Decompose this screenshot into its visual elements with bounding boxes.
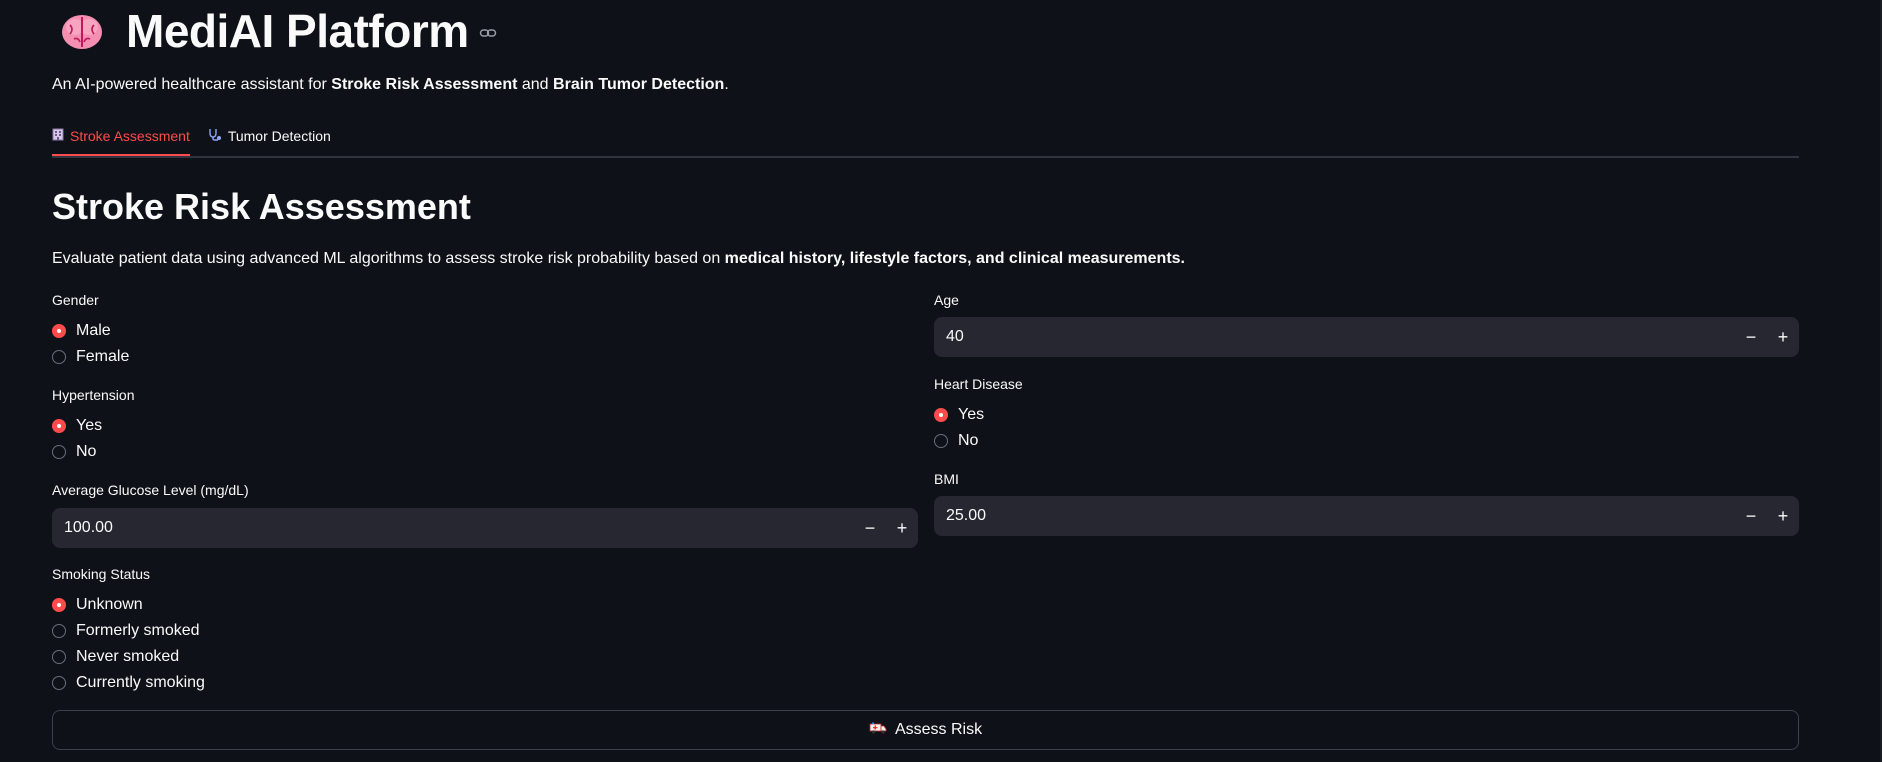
tab-tumor-label: Tumor Detection xyxy=(227,128,331,144)
subtitle-middle: and xyxy=(517,76,554,93)
smoking-option-never[interactable]: Never smoked xyxy=(52,644,205,670)
hypertension-label: Hypertension xyxy=(52,387,135,403)
heart-disease-label: Heart Disease xyxy=(934,376,1023,392)
radio-circle xyxy=(52,676,66,690)
smoking-option-unknown[interactable]: Unknown xyxy=(52,592,205,618)
gender-label: Gender xyxy=(52,292,99,308)
glucose-decrement-button[interactable]: − xyxy=(854,508,886,548)
tab-tumor-detection[interactable]: Tumor Detection xyxy=(208,118,331,154)
radio-circle xyxy=(52,598,66,612)
glucose-input[interactable]: 100.00 − + xyxy=(52,508,918,548)
tab-stroke-assessment[interactable]: Stroke Assessment xyxy=(52,118,190,156)
radio-label: Yes xyxy=(76,417,103,434)
radio-label: Never smoked xyxy=(76,648,180,665)
radio-circle xyxy=(934,408,948,422)
gender-option-female[interactable]: Female xyxy=(52,344,129,370)
brain-icon xyxy=(58,7,106,55)
smoking-option-currently[interactable]: Currently smoking xyxy=(52,670,205,696)
link-icon[interactable] xyxy=(479,24,497,42)
main-content: MediAI Platform An AI-powered healthcare… xyxy=(52,0,1799,750)
assess-risk-button[interactable]: Assess Risk xyxy=(52,710,1799,750)
hypertension-option-yes[interactable]: Yes xyxy=(52,413,102,439)
heart-disease-radio-group: Yes No xyxy=(934,402,984,454)
radio-label: Formerly smoked xyxy=(76,622,200,639)
section-desc-bold: medical history, lifestyle factors, and … xyxy=(724,250,1185,267)
radio-label: Yes xyxy=(958,406,985,423)
subtitle-prefix: An AI-powered healthcare assistant for xyxy=(52,76,332,93)
building-icon xyxy=(52,128,64,144)
hypertension-option-no[interactable]: No xyxy=(52,439,102,465)
smoking-option-formerly[interactable]: Formerly smoked xyxy=(52,618,205,644)
section-description: Evaluate patient data using advanced ML … xyxy=(52,250,1185,268)
age-increment-button[interactable]: + xyxy=(1767,317,1799,357)
radio-label: Currently smoking xyxy=(76,674,205,691)
stethoscope-icon xyxy=(208,128,222,144)
page: MediAI Platform An AI-powered healthcare… xyxy=(0,0,1882,762)
bmi-label: BMI xyxy=(934,471,959,487)
radio-label: Male xyxy=(76,322,111,339)
app-subtitle: An AI-powered healthcare assistant for S… xyxy=(52,76,729,94)
heart-disease-option-yes[interactable]: Yes xyxy=(934,402,984,428)
radio-circle xyxy=(52,624,66,638)
radio-circle xyxy=(934,434,948,448)
heart-disease-option-no[interactable]: No xyxy=(934,428,984,454)
bmi-value[interactable]: 25.00 xyxy=(934,507,1735,525)
section-title: Stroke Risk Assessment xyxy=(52,186,471,227)
smoking-label: Smoking Status xyxy=(52,566,151,582)
tab-stroke-label: Stroke Assessment xyxy=(70,128,190,144)
radio-circle xyxy=(52,419,66,433)
glucose-label: Average Glucose Level (mg/dL) xyxy=(52,482,249,498)
radio-label: No xyxy=(76,443,97,460)
age-value[interactable]: 40 xyxy=(934,328,1735,346)
radio-circle xyxy=(52,445,66,459)
bmi-increment-button[interactable]: + xyxy=(1767,496,1799,536)
age-label: Age xyxy=(934,292,959,308)
radio-label: No xyxy=(958,432,979,449)
ambulance-icon xyxy=(869,721,887,740)
glucose-increment-button[interactable]: + xyxy=(886,508,918,548)
bmi-input[interactable]: 25.00 − + xyxy=(934,496,1799,536)
app-title: MediAI Platform xyxy=(126,5,469,57)
title-row: MediAI Platform xyxy=(52,0,1799,62)
radio-circle xyxy=(52,350,66,364)
hypertension-radio-group: Yes No xyxy=(52,413,102,465)
assess-risk-label: Assess Risk xyxy=(894,721,983,738)
radio-label: Unknown xyxy=(76,596,143,613)
subtitle-bold-tumor: Brain Tumor Detection xyxy=(553,76,725,93)
radio-label: Female xyxy=(76,348,130,365)
gender-radio-group: Male Female xyxy=(52,318,129,370)
glucose-value[interactable]: 100.00 xyxy=(52,519,854,537)
subtitle-bold-stroke: Stroke Risk Assessment xyxy=(331,76,518,93)
age-decrement-button[interactable]: − xyxy=(1735,317,1767,357)
section-desc-prefix: Evaluate patient data using advanced ML … xyxy=(52,250,725,267)
radio-circle xyxy=(52,650,66,664)
smoking-radio-group: Unknown Formerly smoked Never smoked Cur… xyxy=(52,592,205,696)
bmi-decrement-button[interactable]: − xyxy=(1735,496,1767,536)
age-input[interactable]: 40 − + xyxy=(934,317,1799,357)
tab-bar: Stroke Assessment Tumor Detection xyxy=(52,118,1799,158)
gender-option-male[interactable]: Male xyxy=(52,318,129,344)
subtitle-suffix: . xyxy=(724,76,729,93)
radio-circle xyxy=(52,324,66,338)
